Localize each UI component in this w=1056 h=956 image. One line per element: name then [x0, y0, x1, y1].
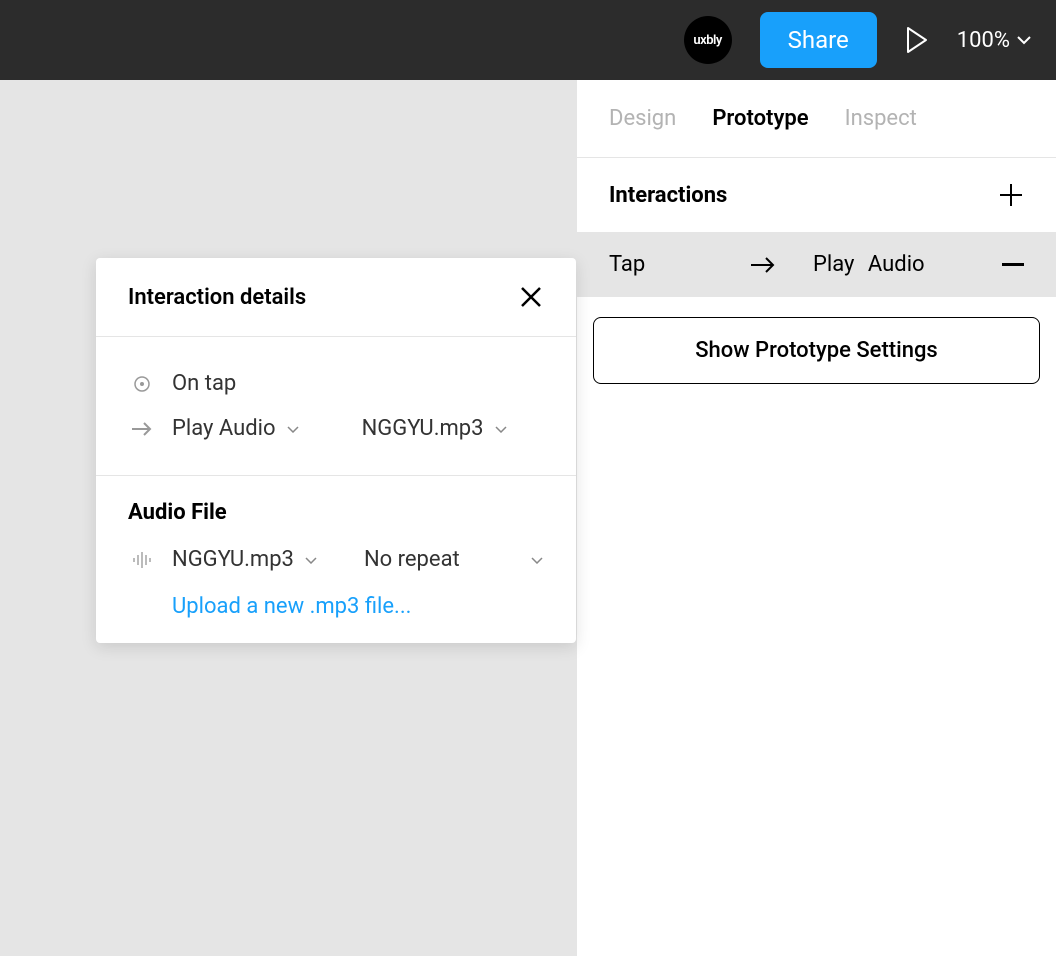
chevron-down-icon — [304, 556, 318, 564]
repeat-label: No repeat — [364, 547, 460, 572]
arrow-right-icon — [130, 421, 154, 437]
tab-inspect[interactable]: Inspect — [845, 106, 917, 131]
plus-icon — [998, 182, 1024, 208]
upload-mp3-link[interactable]: Upload a new .mp3 file... — [172, 594, 411, 619]
profile-logo[interactable]: uxbly — [684, 16, 732, 64]
show-prototype-settings-button[interactable]: Show Prototype Settings — [593, 317, 1040, 384]
remove-interaction-button[interactable] — [1002, 263, 1024, 267]
tap-icon — [133, 375, 151, 393]
audio-target-label: NGGYU.mp3 — [362, 416, 484, 441]
share-button[interactable]: Share — [760, 12, 877, 68]
interaction-arrow — [749, 255, 813, 275]
play-button[interactable] — [905, 26, 929, 54]
trigger-label: On tap — [172, 371, 236, 396]
file-dropdown[interactable]: NGGYU.mp3 — [172, 547, 318, 572]
audio-file-title: Audio File — [128, 500, 544, 525]
tab-design[interactable]: Design — [609, 106, 676, 131]
file-label: NGGYU.mp3 — [172, 547, 294, 572]
chevron-down-icon — [530, 556, 544, 564]
interactions-title: Interactions — [609, 183, 727, 208]
sound-wave-icon — [131, 551, 153, 569]
action-dropdown[interactable]: Play Audio — [172, 416, 300, 441]
interaction-row[interactable]: Tap Play Audio — [577, 232, 1056, 297]
zoom-level: 100% — [957, 28, 1010, 53]
right-panel: Design Prototype Inspect Interactions Ta… — [576, 80, 1056, 956]
interaction-details-popup: Interaction details On tap — [96, 258, 576, 643]
repeat-dropdown[interactable]: No repeat — [364, 547, 544, 572]
audio-file-row: NGGYU.mp3 No repeat — [128, 537, 544, 582]
popup-header: Interaction details — [96, 258, 576, 337]
audio-target-dropdown[interactable]: NGGYU.mp3 — [362, 416, 508, 441]
close-icon — [518, 284, 544, 310]
play-icon — [905, 26, 929, 54]
chevron-down-icon — [494, 425, 508, 433]
interactions-header: Interactions — [577, 158, 1056, 232]
topbar: uxbly Share 100% — [0, 0, 1056, 80]
minus-icon — [1002, 263, 1024, 267]
panel-tabs: Design Prototype Inspect — [577, 80, 1056, 158]
popup-title: Interaction details — [128, 285, 306, 310]
trigger-row[interactable]: On tap — [128, 361, 544, 406]
trigger-action-section: On tap Play Audio NGGYU.mp3 — [96, 337, 576, 476]
action-label: Play Audio — [172, 416, 276, 441]
close-popup-button[interactable] — [518, 284, 544, 310]
interaction-action: Play Audio — [813, 252, 1002, 277]
chevron-down-icon — [1016, 35, 1032, 45]
arrow-right-icon — [749, 255, 777, 275]
logo-text: uxbly — [693, 33, 721, 48]
audio-file-section: Audio File NGGYU.mp3 No repeat — [96, 476, 576, 643]
add-interaction-button[interactable] — [998, 182, 1024, 208]
action-row: Play Audio NGGYU.mp3 — [128, 406, 544, 451]
chevron-down-icon — [286, 425, 300, 433]
interaction-trigger: Tap — [609, 252, 749, 277]
zoom-control[interactable]: 100% — [957, 28, 1032, 53]
tab-prototype[interactable]: Prototype — [712, 106, 808, 131]
